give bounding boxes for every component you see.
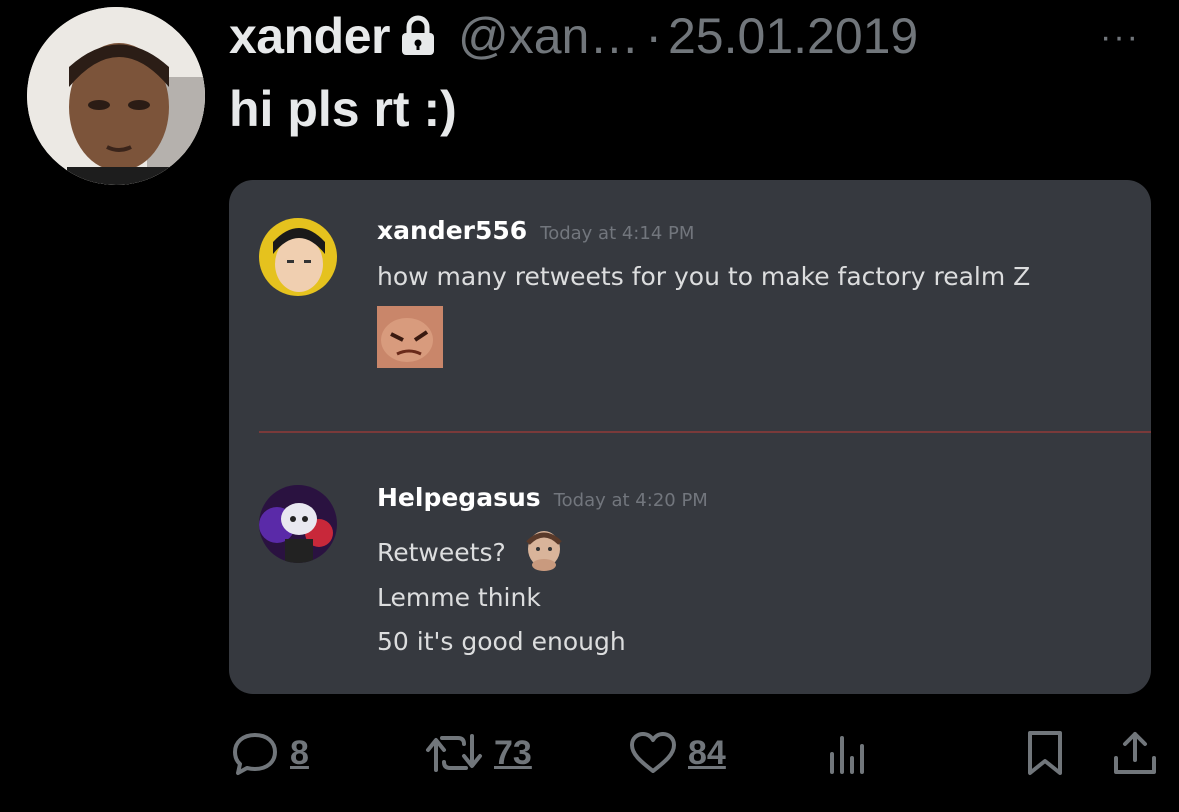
like-count: 84	[688, 733, 726, 772]
message-text: Retweets?	[377, 538, 506, 567]
profile-avatar[interactable]	[27, 7, 205, 185]
message-text: Lemme think	[377, 583, 541, 612]
user-avatar	[259, 485, 337, 563]
reply-icon	[233, 733, 277, 775]
like-button[interactable]: 84	[628, 728, 726, 778]
discord-message: Helpegasus Today at 4:20 PM Retweets? Le…	[229, 433, 1151, 694]
retweet-button[interactable]: 73	[424, 728, 532, 778]
avatar-image	[27, 7, 205, 185]
like-icon	[630, 732, 676, 773]
separator-dot: ·	[645, 8, 662, 64]
bookmark-button[interactable]	[1020, 728, 1070, 778]
reply-button[interactable]: 8	[230, 728, 309, 778]
bookmark-icon	[1028, 731, 1062, 775]
handle[interactable]: @xan…	[458, 7, 639, 65]
display-name[interactable]: xander	[229, 7, 390, 65]
tweet-actions: 8 73 84	[0, 728, 1179, 788]
tweet-header: xander @xan… · 25.01.2019	[229, 0, 918, 72]
views-icon	[830, 736, 864, 774]
user-avatar	[259, 218, 337, 296]
message-timestamp: Today at 4:20 PM	[553, 490, 708, 511]
retweet-icon	[426, 734, 482, 772]
more-icon[interactable]: ···	[1100, 18, 1140, 57]
message-text: 50 it's good enough	[377, 627, 626, 656]
emoji-image	[377, 306, 443, 368]
share-icon	[1114, 732, 1156, 774]
discord-message: xander556 Today at 4:14 PM how many retw…	[229, 180, 1151, 430]
views-button[interactable]	[822, 728, 872, 778]
message-username[interactable]: xander556	[377, 216, 527, 245]
message-line: Retweets?	[377, 529, 566, 579]
thinking-emoji-image	[521, 529, 566, 579]
tweet-media-image[interactable]: xander556 Today at 4:14 PM how many retw…	[229, 180, 1151, 694]
message-text: how many retweets for you to make factor…	[377, 262, 1031, 291]
message-timestamp: Today at 4:14 PM	[540, 223, 695, 244]
message-username[interactable]: Helpegasus	[377, 483, 541, 512]
share-button[interactable]	[1110, 728, 1160, 778]
tweet-date[interactable]: 25.01.2019	[668, 7, 918, 65]
retweet-count: 73	[494, 733, 532, 772]
lock-icon	[400, 15, 436, 57]
reply-count: 8	[290, 733, 309, 772]
tweet-text: hi pls rt :)	[229, 81, 457, 137]
